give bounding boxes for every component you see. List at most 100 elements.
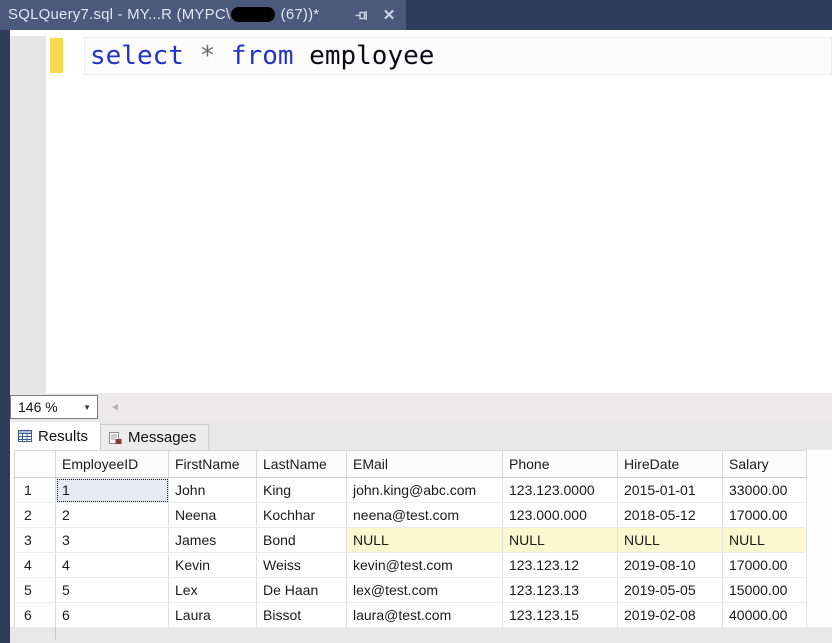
zoom-level-dropdown[interactable]: 146 % ▼ — [10, 395, 98, 419]
grid-cell[interactable]: 33000.00 — [723, 478, 807, 503]
tab-results[interactable]: Results — [10, 422, 100, 450]
grid-cell[interactable]: NULL — [347, 528, 503, 553]
row-number-cell[interactable]: 2 — [15, 503, 56, 528]
grid-column-header[interactable]: EmployeeID — [56, 451, 169, 478]
grid-cell[interactable]: john.king@abc.com — [347, 478, 503, 503]
grid-cell[interactable]: 123.123.12 — [503, 553, 618, 578]
grid-column-header[interactable]: FirstName — [169, 451, 257, 478]
redaction-blob — [231, 7, 275, 22]
change-tracking-bar — [50, 38, 63, 73]
results-tab-strip: Results Messages — [10, 422, 209, 450]
tab-messages[interactable]: Messages — [100, 424, 209, 450]
grid-cell[interactable]: 6 — [56, 603, 169, 628]
code-token: * — [200, 41, 216, 71]
code-token: from — [231, 41, 294, 71]
grid-column-header[interactable]: Salary — [723, 451, 807, 478]
grid-cell[interactable]: 17000.00 — [723, 503, 807, 528]
grid-cell[interactable]: De Haan — [257, 578, 347, 603]
messages-icon — [109, 431, 122, 445]
code-token — [184, 41, 200, 71]
zoom-level-value: 146 % — [11, 399, 83, 415]
grid-cell[interactable]: 123.123.13 — [503, 578, 618, 603]
editor-bottom-bar: 146 % ▼ ◄ — [0, 393, 832, 422]
grid-cell[interactable]: Lex — [169, 578, 257, 603]
grid-cell[interactable]: Bond — [257, 528, 347, 553]
grid-cell[interactable]: 2019-08-10 — [618, 553, 723, 578]
grid-cell[interactable]: John — [169, 478, 257, 503]
grid-cell[interactable]: 5 — [56, 578, 169, 603]
results-grid-area: EmployeeIDFirstNameLastNameEMailPhoneHir… — [10, 450, 832, 643]
grid-cell[interactable]: neena@test.com — [347, 503, 503, 528]
grid-row: 66LauraBissotlaura@test.com123.123.15201… — [15, 603, 807, 628]
grid-cell[interactable]: King — [257, 478, 347, 503]
grid-cell[interactable]: 3 — [56, 528, 169, 553]
grid-cell[interactable]: Kochhar — [257, 503, 347, 528]
grid-row: 11JohnKingjohn.king@abc.com123.123.00002… — [15, 478, 807, 503]
scroll-left-arrow-icon[interactable]: ◄ — [103, 402, 120, 413]
grid-cell[interactable]: 40000.00 — [723, 603, 807, 628]
ssms-window: SQLQuery7.sql - MY...R (MYPC\ (67))* ✕ s… — [0, 0, 832, 643]
grid-column-header[interactable]: Phone — [503, 451, 618, 478]
grid-column-header[interactable]: LastName — [257, 451, 347, 478]
row-number-cell[interactable]: 5 — [15, 578, 56, 603]
grid-row: 44KevinWeisskevin@test.com123.123.122019… — [15, 553, 807, 578]
grid-cell[interactable]: Laura — [169, 603, 257, 628]
document-tab-bar: SQLQuery7.sql - MY...R (MYPC\ (67))* ✕ — [0, 0, 832, 30]
grid-cell[interactable]: Weiss — [257, 553, 347, 578]
window-left-border — [0, 30, 10, 643]
grid-cell[interactable]: NULL — [723, 528, 807, 553]
grid-header-row: EmployeeIDFirstNameLastNameEMailPhoneHir… — [15, 451, 807, 478]
grid-tail-line — [55, 627, 56, 640]
grid-cell[interactable]: Neena — [169, 503, 257, 528]
grid-cell[interactable]: laura@test.com — [347, 603, 503, 628]
results-grid-icon — [18, 430, 32, 442]
grid-row: 55LexDe Haanlex@test.com123.123.132019-0… — [15, 578, 807, 603]
grid-row: 22NeenaKochharneena@test.com123.000.0002… — [15, 503, 807, 528]
grid-cell[interactable]: kevin@test.com — [347, 553, 503, 578]
editor-indicator-margin — [10, 36, 46, 393]
grid-cell[interactable]: 1 — [56, 478, 169, 503]
query-editor[interactable]: select * from employee — [0, 30, 832, 393]
code-token — [215, 41, 231, 71]
grid-cell[interactable]: Kevin — [169, 553, 257, 578]
grid-cell[interactable]: 17000.00 — [723, 553, 807, 578]
grid-cell[interactable]: 2019-05-05 — [618, 578, 723, 603]
grid-cell[interactable]: 2018-05-12 — [618, 503, 723, 528]
grid-cell[interactable]: 2 — [56, 503, 169, 528]
grid-cell[interactable]: Bissot — [257, 603, 347, 628]
grid-cell[interactable]: lex@test.com — [347, 578, 503, 603]
grid-cell[interactable]: 2019-02-08 — [618, 603, 723, 628]
grid-cell[interactable]: 123.123.15 — [503, 603, 618, 628]
grid-cell[interactable]: 15000.00 — [723, 578, 807, 603]
row-number-cell[interactable]: 6 — [15, 603, 56, 628]
row-number-cell[interactable]: 4 — [15, 553, 56, 578]
code-line: select * from employee — [90, 40, 434, 72]
grid-cell[interactable]: James — [169, 528, 257, 553]
grid-row: 33JamesBondNULLNULLNULLNULL — [15, 528, 807, 553]
code-token: select — [90, 41, 184, 71]
close-icon[interactable]: ✕ — [380, 6, 398, 24]
grid-column-header[interactable]: EMail — [347, 451, 503, 478]
grid-body: 11JohnKingjohn.king@abc.com123.123.00002… — [15, 478, 807, 628]
row-number-cell[interactable]: 3 — [15, 528, 56, 553]
tab-results-label: Results — [38, 428, 88, 445]
grid-cell[interactable]: NULL — [503, 528, 618, 553]
grid-cell[interactable]: 2015-01-01 — [618, 478, 723, 503]
chevron-down-icon: ▼ — [83, 403, 97, 412]
pin-icon[interactable] — [352, 6, 370, 24]
horizontal-scrollbar[interactable]: ◄ — [103, 395, 832, 419]
grid-cell[interactable]: 4 — [56, 553, 169, 578]
code-token — [294, 41, 310, 71]
row-number-cell[interactable]: 1 — [15, 478, 56, 503]
results-pane: Results Messages Em — [0, 422, 832, 643]
grid-cell[interactable]: NULL — [618, 528, 723, 553]
document-tab-title: SQLQuery7.sql - MY...R (MYPC\ (67))* — [8, 6, 319, 24]
tab-messages-label: Messages — [128, 429, 196, 446]
grid-cell[interactable]: 123.123.0000 — [503, 478, 618, 503]
grid-corner-cell[interactable] — [15, 451, 56, 478]
results-grid: EmployeeIDFirstNameLastNameEMailPhoneHir… — [14, 450, 807, 628]
code-token: employee — [309, 41, 434, 71]
grid-column-header[interactable]: HireDate — [618, 451, 723, 478]
grid-cell[interactable]: 123.000.000 — [503, 503, 618, 528]
document-tab[interactable]: SQLQuery7.sql - MY...R (MYPC\ (67))* ✕ — [0, 0, 406, 30]
